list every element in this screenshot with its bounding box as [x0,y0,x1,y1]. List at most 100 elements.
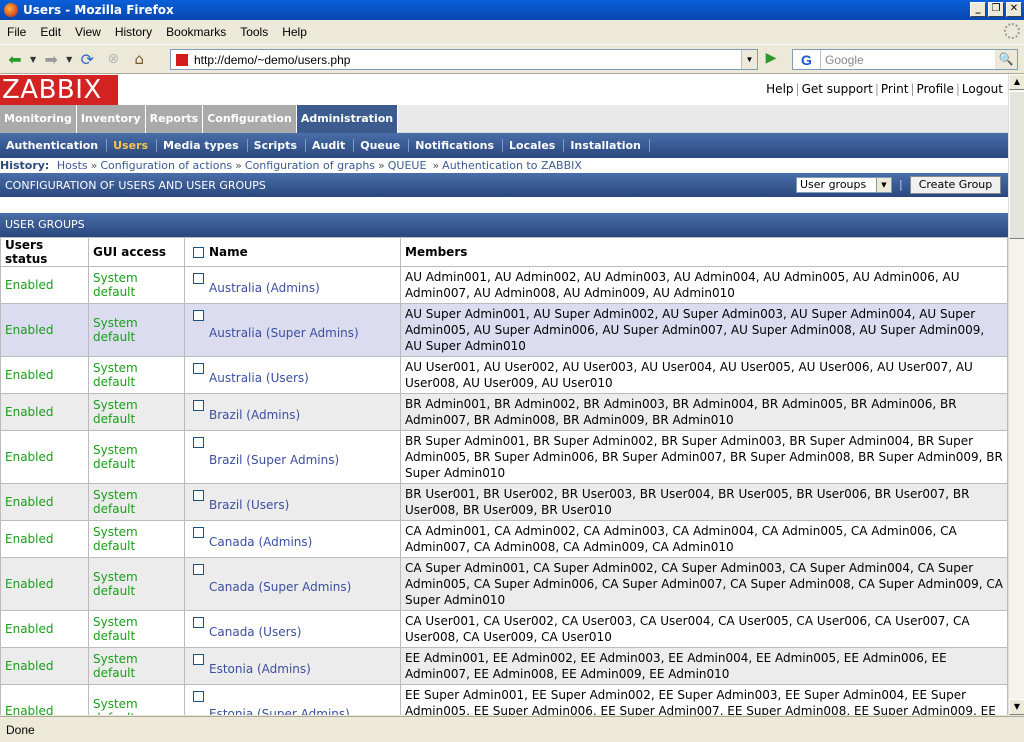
reload-icon[interactable]: ⟳ [76,47,98,71]
scroll-down-icon[interactable]: ▼ [1009,699,1024,715]
submenu-locales[interactable]: Locales [503,139,565,152]
group-name-link[interactable]: Brazil (Users) [189,492,396,512]
tab-reports[interactable]: Reports [145,105,204,133]
chevron-down-icon[interactable]: ▼ [876,178,891,192]
group-name-link[interactable]: Canada (Super Admins) [189,574,396,594]
header-users-status[interactable]: Users status [0,237,89,267]
menu-tools[interactable]: Tools [233,25,275,39]
back-history-dropdown[interactable]: ▼ [30,47,36,71]
print-link[interactable]: Print [881,82,909,96]
maximize-button[interactable]: ❐ [988,2,1004,17]
menu-edit[interactable]: Edit [33,25,68,39]
group-name-link[interactable]: Canada (Users) [189,619,396,639]
search-input[interactable]: Google [821,53,864,67]
group-name-link[interactable]: Estonia (Super Admins) [189,701,396,715]
history-link-hosts[interactable]: Hosts [57,159,88,172]
row-checkbox[interactable] [193,400,204,411]
forward-history-dropdown[interactable]: ▼ [66,47,72,71]
minimize-button[interactable]: _ [970,2,986,17]
search-magnifier-icon[interactable]: 🔍 [995,50,1017,69]
row-checkbox[interactable] [193,617,204,628]
row-checkbox[interactable] [193,564,204,575]
users-status-link[interactable]: Enabled [0,483,89,521]
submenu-notifications[interactable]: Notifications [409,139,504,152]
get-support-link[interactable]: Get support [802,82,873,96]
row-checkbox[interactable] [193,654,204,665]
zabbix-logo[interactable]: ZABBIX [0,75,118,105]
stop-icon[interactable]: ⊗ [102,47,124,71]
users-status-link[interactable]: Enabled [0,266,89,304]
go-arrow-icon[interactable]: ▶ [760,50,782,70]
profile-link[interactable]: Profile [917,82,954,96]
gui-access-link[interactable]: System default [88,647,185,685]
tab-monitoring[interactable]: Monitoring [0,105,77,133]
url-dropdown[interactable]: ▼ [741,50,757,69]
forward-arrow-icon[interactable]: ➡ [40,47,62,71]
users-status-link[interactable]: Enabled [0,647,89,685]
back-arrow-icon[interactable]: ⬅ [4,47,26,71]
gui-access-link[interactable]: System default [88,557,185,611]
menu-bookmarks[interactable]: Bookmarks [159,25,233,39]
select-all-checkbox[interactable] [193,247,204,258]
submenu-queue[interactable]: Queue [354,139,410,152]
row-checkbox[interactable] [193,273,204,284]
history-link-authentication[interactable]: Authentication to ZABBIX [442,159,582,172]
submenu-audit[interactable]: Audit [306,139,355,152]
row-checkbox[interactable] [193,691,204,702]
row-checkbox[interactable] [193,310,204,321]
search-box[interactable]: G Google 🔍 [792,49,1018,70]
history-link-queue[interactable]: QUEUE [388,159,427,172]
header-gui-access[interactable]: GUI access [88,237,185,267]
tab-configuration[interactable]: Configuration [203,105,297,133]
home-icon[interactable]: ⌂ [128,47,150,71]
submenu-authentication[interactable]: Authentication [0,139,108,152]
menu-view[interactable]: View [68,25,108,39]
url-text[interactable]: http://demo/~demo/users.php [194,53,350,67]
help-link[interactable]: Help [766,82,793,96]
row-checkbox[interactable] [193,490,204,501]
gui-access-link[interactable]: System default [88,684,185,715]
users-status-link[interactable]: Enabled [0,303,89,357]
users-status-link[interactable]: Enabled [0,393,89,431]
close-button[interactable]: ✕ [1006,2,1022,17]
gui-access-link[interactable]: System default [88,356,185,394]
view-select[interactable]: User groups ▼ [796,177,892,193]
tab-inventory[interactable]: Inventory [76,105,146,133]
submenu-installation[interactable]: Installation [564,139,650,152]
scroll-thumb[interactable] [1009,91,1024,239]
url-bar[interactable]: http://demo/~demo/users.php ▼ [170,49,758,70]
users-status-link[interactable]: Enabled [0,557,89,611]
group-name-link[interactable]: Brazil (Admins) [189,402,396,422]
group-name-link[interactable]: Australia (Users) [189,365,396,385]
group-name-link[interactable]: Australia (Admins) [189,275,396,295]
scroll-up-icon[interactable]: ▲ [1009,74,1024,90]
row-checkbox[interactable] [193,363,204,374]
group-name-link[interactable]: Estonia (Admins) [189,656,396,676]
gui-access-link[interactable]: System default [88,430,185,484]
google-engine-icon[interactable]: G [793,50,821,69]
create-group-button[interactable]: Create Group [910,176,1001,194]
gui-access-link[interactable]: System default [88,266,185,304]
history-link-graphs[interactable]: Configuration of graphs [245,159,375,172]
tab-administration[interactable]: Administration [296,105,399,133]
gui-access-link[interactable]: System default [88,303,185,357]
submenu-scripts[interactable]: Scripts [248,139,306,152]
header-name-label[interactable]: Name [209,245,248,259]
group-name-link[interactable]: Australia (Super Admins) [189,320,396,340]
menu-file[interactable]: File [0,25,33,39]
menu-history[interactable]: History [108,25,159,39]
users-status-link[interactable]: Enabled [0,684,89,715]
users-status-link[interactable]: Enabled [0,430,89,484]
history-link-actions[interactable]: Configuration of actions [100,159,232,172]
users-status-link[interactable]: Enabled [0,356,89,394]
row-checkbox[interactable] [193,527,204,538]
submenu-media-types[interactable]: Media types [157,139,248,152]
view-select-value[interactable]: User groups [800,178,866,191]
gui-access-link[interactable]: System default [88,483,185,521]
vertical-scrollbar[interactable]: ▲ ▼ [1008,74,1024,715]
row-checkbox[interactable] [193,437,204,448]
gui-access-link[interactable]: System default [88,393,185,431]
group-name-link[interactable]: Brazil (Super Admins) [189,447,396,467]
gui-access-link[interactable]: System default [88,610,185,648]
logout-link[interactable]: Logout [962,82,1003,96]
